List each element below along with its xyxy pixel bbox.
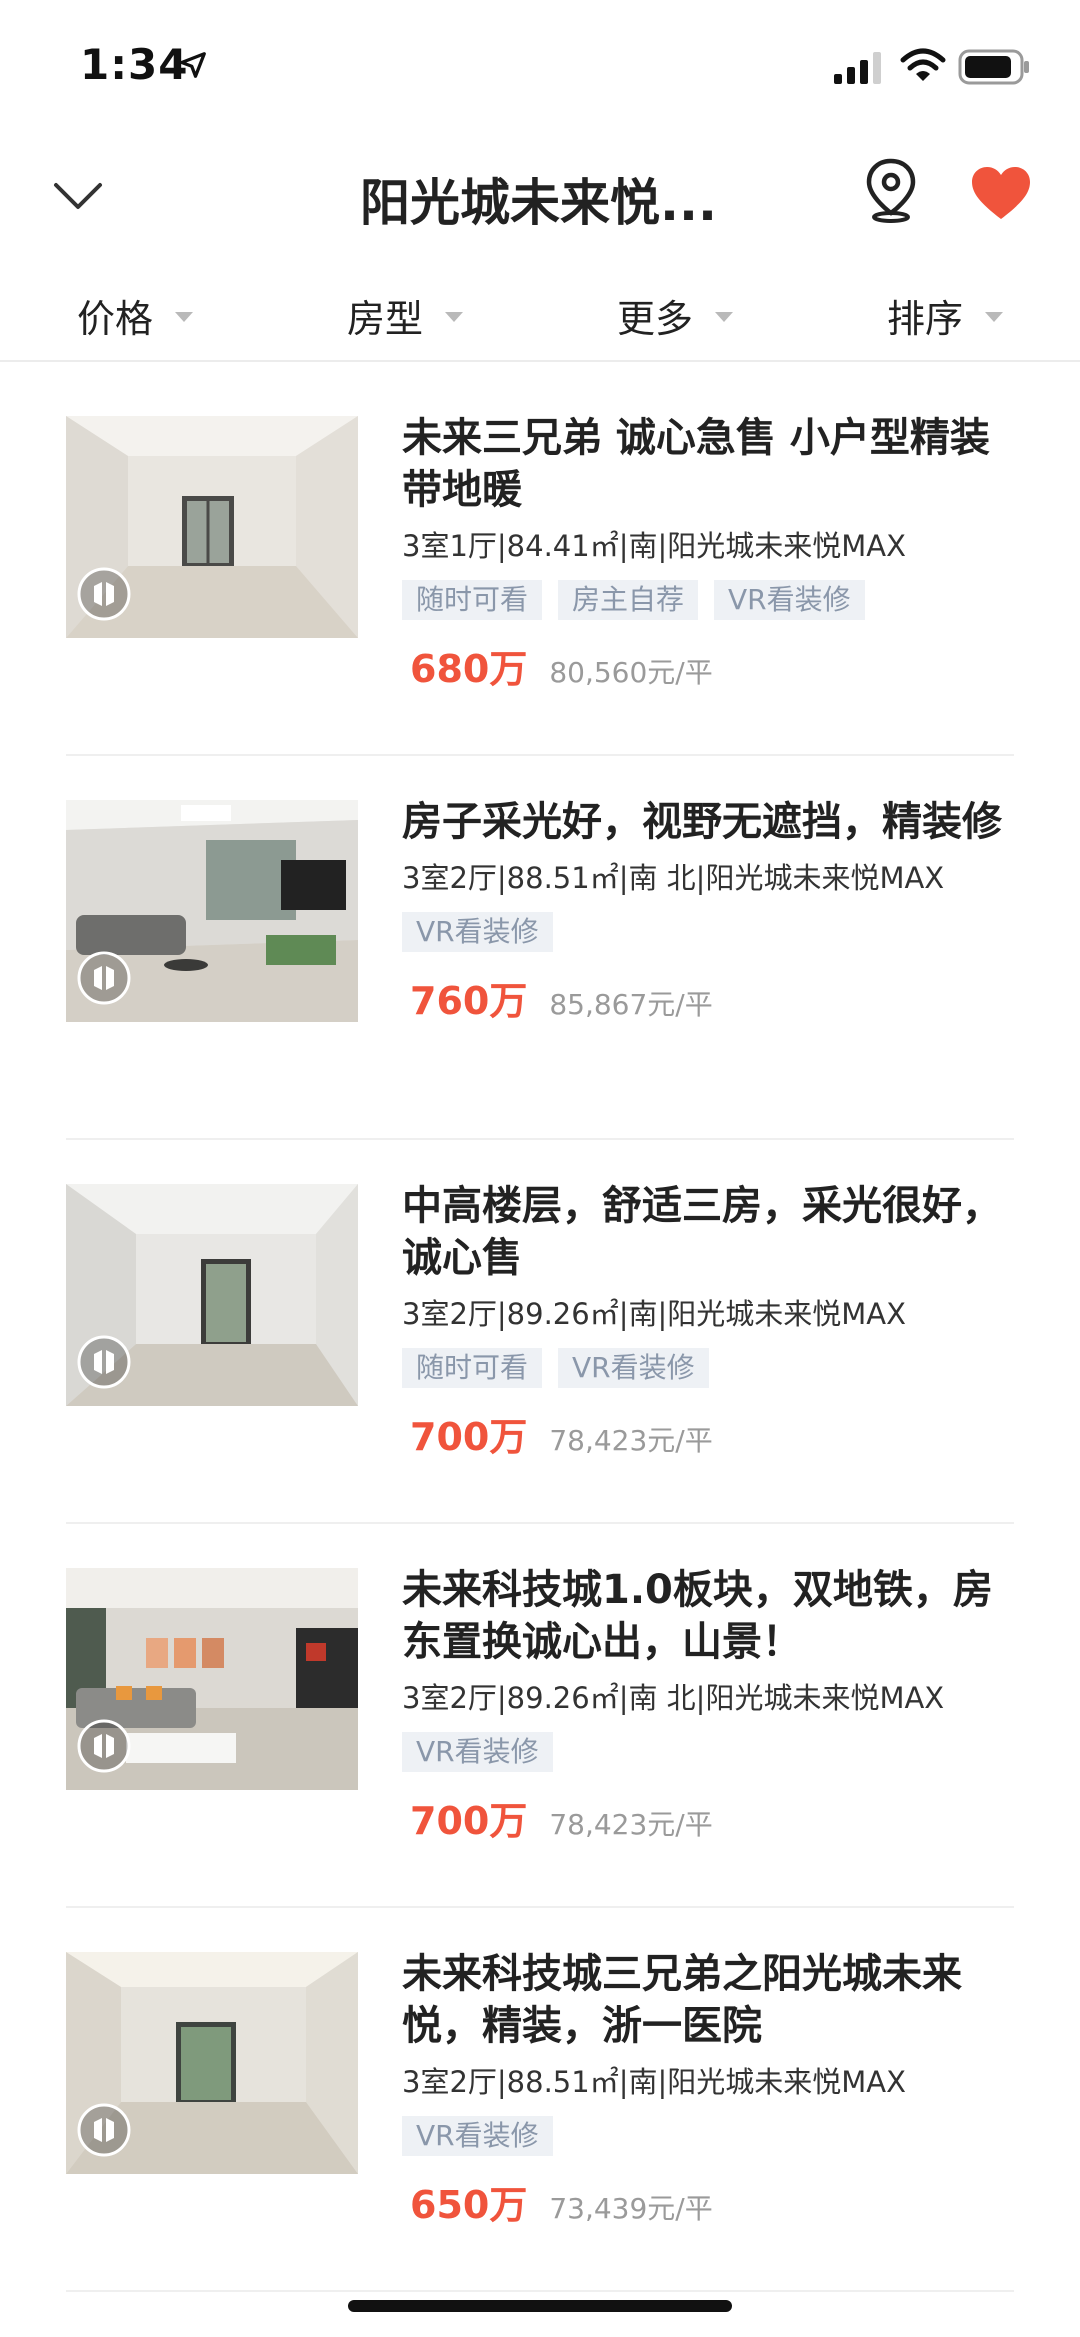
battery-icon: [958, 49, 1029, 85]
listing-info: 未来三兄弟 诚心急售 小户型精装带地暖 3室1厅|84.41㎡|南|阳光城未来悦…: [402, 412, 1002, 693]
listing-item[interactable]: 未来科技城三兄弟之阳光城未来悦，精装，浙一医院 3室2厅|88.51㎡|南|阳光…: [66, 1908, 1014, 2292]
price-row: 700万 78,423元/平: [402, 1406, 1002, 1461]
listing-meta: 3室2厅|89.26㎡|南|阳光城未来悦MAX: [402, 1297, 906, 1331]
tag: VR看装修: [558, 1348, 709, 1388]
price-row: 650万 73,439元/平: [402, 2174, 1002, 2229]
listing-item[interactable]: 房子采光好，视野无遮挡，精装修 3室2厅|88.51㎡|南 北|阳光城未来悦MA…: [66, 756, 1014, 1140]
filter-label: 排序: [886, 296, 963, 341]
filter-layout[interactable]: 房型: [270, 270, 540, 360]
unit-price: 73,439元/平: [549, 2192, 713, 2225]
listing-title: 未来三兄弟 诚心急售 小户型精装带地暖: [402, 415, 990, 513]
filter-label: 更多: [616, 296, 693, 341]
tag: VR看装修: [402, 1732, 553, 1772]
listing-photo: [66, 1952, 358, 2174]
listing-info: 未来科技城1.0板块，双地铁，房东置换诚心出，山景！ 3室2厅|89.26㎡|南…: [402, 1564, 1002, 1845]
unit-price: 80,560元/平: [549, 656, 713, 689]
total-price: 650万: [410, 2183, 528, 2227]
caret-down-icon: [175, 312, 193, 322]
total-price: 700万: [410, 1415, 528, 1459]
unit-price: 78,423元/平: [549, 1424, 713, 1457]
vr-icon: [77, 567, 131, 621]
header: 阳光城未来悦...: [0, 135, 1080, 255]
home-indicator[interactable]: [348, 2300, 732, 2312]
location-arrow-icon: [180, 52, 206, 78]
vr-icon: [77, 1719, 131, 1773]
caret-down-icon: [985, 312, 1003, 322]
tag-list: VR看装修: [402, 912, 1002, 952]
price-row: 700万 78,423元/平: [402, 1790, 1002, 1845]
caret-down-icon: [715, 312, 733, 322]
vr-icon: [77, 1335, 131, 1389]
listing-photo: [66, 416, 358, 638]
tag-list: 随时可看 VR看装修: [402, 1348, 1002, 1388]
listing-photo: [66, 800, 358, 1022]
filter-price[interactable]: 价格: [0, 270, 270, 360]
status-bar: 1:34: [0, 0, 1080, 135]
listing-title: 房子采光好，视野无遮挡，精装修: [402, 799, 1002, 845]
filter-sort[interactable]: 排序: [810, 270, 1080, 360]
total-price: 760万: [410, 979, 528, 1023]
tag-list: VR看装修: [402, 2116, 1002, 2156]
tag-list: 随时可看 房主自荐 VR看装修: [402, 580, 1002, 620]
heart-icon[interactable]: [970, 165, 1032, 221]
tag: 随时可看: [402, 1348, 543, 1388]
listing-item[interactable]: 中高楼层，舒适三房，采光很好，诚心售 3室2厅|89.26㎡|南|阳光城未来悦M…: [66, 1140, 1014, 1524]
tag: 随时可看: [402, 580, 543, 620]
filter-label: 房型: [346, 296, 423, 341]
tag: VR看装修: [402, 2116, 553, 2156]
tag: 房主自荐: [558, 580, 699, 620]
vr-icon: [77, 2103, 131, 2157]
filter-more[interactable]: 更多: [540, 270, 810, 360]
listing-title: 未来科技城1.0板块，双地铁，房东置换诚心出，山景！: [402, 1567, 993, 1665]
total-price: 700万: [410, 1799, 528, 1843]
listing-item[interactable]: 未来三兄弟 诚心急售 小户型精装带地暖 3室1厅|84.41㎡|南|阳光城未来悦…: [66, 372, 1014, 756]
unit-price: 85,867元/平: [549, 988, 713, 1021]
tag: VR看装修: [714, 580, 865, 620]
unit-price: 78,423元/平: [549, 1808, 713, 1841]
caret-down-icon: [445, 312, 463, 322]
map-pin-icon[interactable]: [862, 157, 920, 223]
listing-meta: 3室2厅|88.51㎡|南|阳光城未来悦MAX: [402, 2065, 906, 2099]
listing-meta: 3室1厅|84.41㎡|南|阳光城未来悦MAX: [402, 529, 906, 563]
total-price: 680万: [410, 647, 528, 691]
listing-meta: 3室2厅|88.51㎡|南 北|阳光城未来悦MAX: [402, 861, 945, 895]
listing-photo: [66, 1568, 358, 1790]
listing-title: 未来科技城三兄弟之阳光城未来悦，精装，浙一医院: [402, 1951, 962, 2049]
price-row: 680万 80,560元/平: [402, 638, 1002, 693]
filter-label: 价格: [76, 296, 153, 341]
chevron-down-icon[interactable]: [48, 165, 108, 225]
listing-info: 未来科技城三兄弟之阳光城未来悦，精装，浙一医院 3室2厅|88.51㎡|南|阳光…: [402, 1948, 1002, 2229]
status-time: 1:34: [80, 40, 189, 89]
listing-item[interactable]: 未来科技城1.0板块，双地铁，房东置换诚心出，山景！ 3室2厅|89.26㎡|南…: [66, 1524, 1014, 1908]
tag-list: VR看装修: [402, 1732, 1002, 1772]
listing-photo: [66, 1184, 358, 1406]
page-title: 阳光城未来悦...: [360, 174, 717, 232]
listing-list: 未来三兄弟 诚心急售 小户型精装带地暖 3室1厅|84.41㎡|南|阳光城未来悦…: [0, 372, 1080, 2292]
listing-info: 中高楼层，舒适三房，采光很好，诚心售 3室2厅|89.26㎡|南|阳光城未来悦M…: [402, 1180, 1002, 1461]
wifi-icon: [900, 48, 946, 81]
listing-title: 中高楼层，舒适三房，采光很好，诚心售: [402, 1183, 1002, 1281]
listing-meta: 3室2厅|89.26㎡|南 北|阳光城未来悦MAX: [402, 1681, 945, 1715]
filter-bar: 价格 房型 更多 排序: [0, 270, 1080, 362]
cellular-signal-icon: [834, 52, 881, 84]
price-row: 760万 85,867元/平: [402, 970, 1002, 1025]
vr-icon: [77, 951, 131, 1005]
tag: VR看装修: [402, 912, 553, 952]
listing-info: 房子采光好，视野无遮挡，精装修 3室2厅|88.51㎡|南 北|阳光城未来悦MA…: [402, 796, 1002, 1025]
